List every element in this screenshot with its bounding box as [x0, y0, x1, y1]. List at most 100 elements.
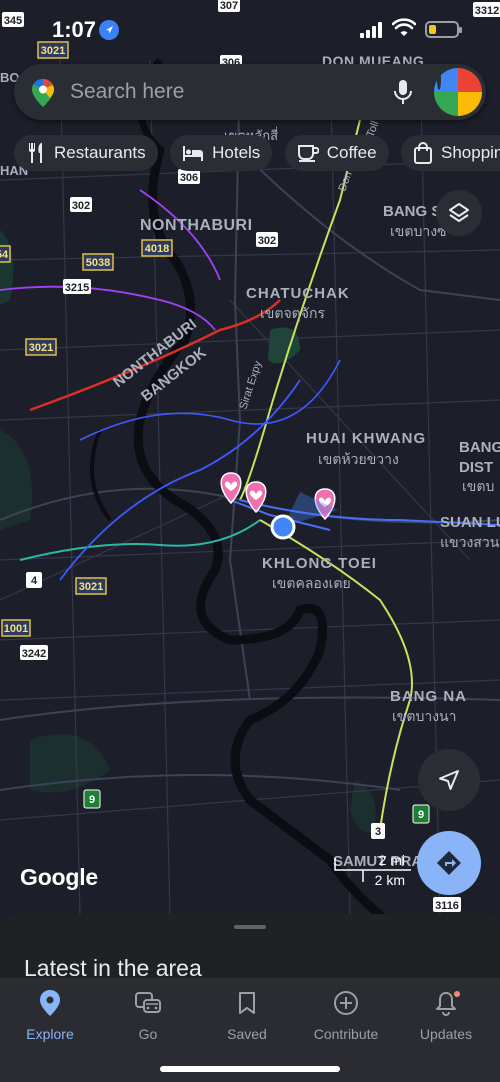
svg-text:3116: 3116: [435, 900, 459, 912]
nav-label: Explore: [26, 1026, 74, 1042]
nav-go[interactable]: Go: [98, 988, 198, 1042]
label-chatuchak: CHATUCHAK: [246, 285, 350, 302]
shopping-bag-icon: [414, 142, 432, 164]
shield-3: 3: [371, 823, 385, 839]
shield-3116: 3116: [433, 897, 461, 912]
shield-3242: 3242: [20, 645, 48, 660]
shield-54: 54: [0, 245, 11, 263]
scale-miles: 2 mi: [378, 852, 405, 868]
svg-text:3021: 3021: [29, 342, 53, 354]
location-services-icon: [99, 20, 119, 40]
directions-icon: [437, 851, 461, 875]
label-bang-kapi-2: DIST: [459, 459, 493, 476]
label-suan-luang: SUAN LU: [440, 514, 500, 531]
label-huai-khwang: HUAI KHWANG: [306, 430, 426, 447]
chip-restaurants[interactable]: Restaurants: [14, 135, 158, 171]
label-chatuchak-th: เขตจตุจักร: [260, 305, 325, 322]
search-input[interactable]: Search here: [70, 80, 184, 104]
nav-label: Contribute: [313, 1026, 379, 1042]
layers-button[interactable]: [436, 190, 482, 236]
chip-label: Hotels: [212, 143, 261, 162]
chip-label: Shopping: [441, 143, 500, 162]
svg-text:4018: 4018: [145, 243, 169, 255]
plus-circle-icon: [334, 991, 358, 1015]
svg-text:3215: 3215: [65, 282, 89, 294]
nav-label: Go: [138, 1026, 158, 1042]
label-bang-kapi-th: เขตบ: [462, 478, 494, 494]
nav-explore[interactable]: Explore: [0, 988, 100, 1042]
category-chips: Restaurants Hotels Coffee Shopping: [14, 135, 500, 171]
notification-badge: [452, 989, 462, 999]
current-location-dot: [270, 514, 296, 540]
coffee-cup-icon: [297, 145, 319, 162]
chip-shopping[interactable]: Shopping: [401, 135, 500, 171]
scale-km: 2 km: [374, 872, 405, 888]
shield-9-a: 9: [83, 789, 101, 809]
nav-updates[interactable]: Updates: [396, 988, 496, 1042]
chip-coffee[interactable]: Coffee: [284, 135, 389, 171]
svg-text:302: 302: [258, 235, 276, 247]
my-location-button[interactable]: [418, 749, 480, 811]
svg-text:3242: 3242: [22, 648, 46, 660]
svg-text:3021: 3021: [79, 581, 103, 593]
explore-pin-icon: [40, 990, 60, 1016]
battery-icon: [425, 21, 462, 38]
shield-1001: 1001: [1, 619, 31, 637]
svg-text:9: 9: [89, 794, 95, 806]
label-khlong-toei-th: เขตคลองเตย: [272, 575, 351, 591]
search-bar[interactable]: Search here: [14, 64, 486, 120]
bottom-sheet[interactable]: Latest in the area: [0, 914, 500, 984]
shield-5038: 5038: [82, 253, 114, 271]
home-indicator[interactable]: [160, 1066, 340, 1072]
label-bang-na: BANG NA: [390, 688, 467, 705]
shield-4: 4: [26, 572, 42, 588]
label-bang-sue-th: เขตบางซ: [390, 223, 447, 239]
account-avatar[interactable]: [434, 68, 482, 116]
shield-4018: 4018: [141, 239, 173, 257]
label-bang-kapi: BANG: [459, 439, 500, 456]
microphone-icon[interactable]: [392, 78, 414, 111]
shield-3021-c: 3021: [75, 577, 107, 595]
label-bang-na-th: เขตบางนา: [392, 708, 456, 724]
chip-hotels[interactable]: Hotels: [170, 135, 273, 171]
wifi-icon: [391, 18, 417, 43]
svg-text:306: 306: [180, 172, 198, 184]
label-nonthaburi: NONTHABURI: [140, 217, 253, 234]
label-khlong-toei: KHLONG TOEI: [262, 555, 377, 572]
svg-text:3: 3: [375, 826, 381, 838]
svg-text:1001: 1001: [4, 623, 28, 635]
label-huai-khwang-th: เขตห้วยขวาง: [318, 451, 399, 467]
car-bus-icon: [135, 992, 161, 1013]
chip-label: Restaurants: [54, 143, 146, 162]
svg-text:4: 4: [31, 575, 38, 587]
google-maps-logo-icon: [30, 78, 56, 113]
shield-302-b: 302: [256, 232, 278, 247]
bed-icon: [183, 146, 204, 161]
cellular-signal-icon: [360, 22, 386, 43]
nav-label: Updates: [419, 1026, 473, 1042]
svg-text:302: 302: [72, 200, 90, 212]
nav-label: Saved: [227, 1026, 267, 1042]
nav-saved[interactable]: Saved: [197, 988, 297, 1042]
label-suan-luang-th: แขวงสวน: [440, 534, 500, 550]
shield-3021-b: 3021: [25, 338, 57, 356]
svg-text:9: 9: [418, 809, 424, 821]
sheet-drag-handle[interactable]: [234, 925, 266, 929]
label-bang-sue: BANG S: [383, 203, 441, 220]
status-time: 1:07: [52, 17, 97, 42]
shield-9-b: 9: [412, 804, 430, 824]
shield-3215: 3215: [63, 279, 91, 294]
shield-302-a: 302: [70, 197, 92, 212]
bookmark-icon: [239, 992, 255, 1014]
map-scale: 2 mi 2 km: [333, 852, 413, 892]
fork-knife-icon: [29, 143, 42, 163]
chip-label: Coffee: [326, 143, 377, 162]
directions-button[interactable]: [417, 831, 481, 895]
google-logo: Google: [20, 864, 99, 890]
nav-contribute[interactable]: Contribute: [296, 988, 396, 1042]
svg-text:5038: 5038: [86, 257, 110, 269]
shield-306-b: 306: [178, 169, 200, 184]
svg-text:54: 54: [0, 249, 9, 261]
layers-icon: [449, 203, 469, 222]
navigation-arrow-icon: [439, 770, 459, 790]
